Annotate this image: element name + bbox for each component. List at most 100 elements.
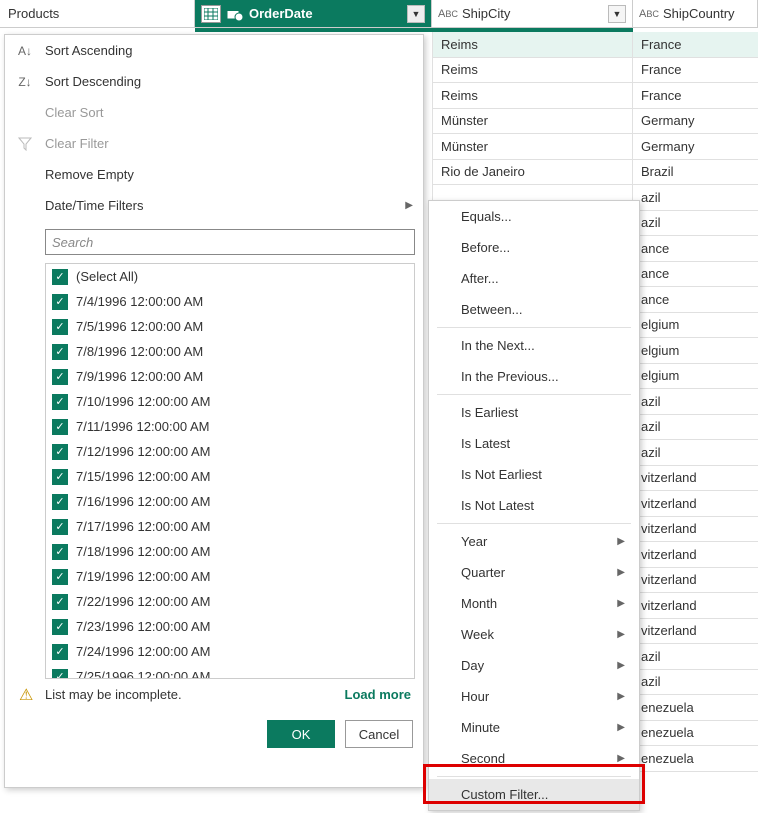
column-header-orderdate[interactable]: OrderDate ▼ <box>195 0 432 27</box>
value-item[interactable]: ✓ 7/23/1996 12:00:00 AM <box>46 614 414 639</box>
checkbox-icon[interactable]: ✓ <box>52 644 68 660</box>
sort-ascending[interactable]: A↓ Sort Ascending <box>5 35 423 66</box>
value-item[interactable]: ✓7/10/1996 12:00:00 AM <box>46 389 414 414</box>
filter-minute[interactable]: Minute▶ <box>429 712 639 743</box>
checkbox-icon[interactable]: ✓ <box>52 319 68 335</box>
date-time-filters[interactable]: Date/Time Filters ▶ <box>5 190 423 221</box>
checkbox-icon[interactable]: ✓ <box>52 419 68 435</box>
checkbox-icon[interactable]: ✓ <box>52 669 68 679</box>
checkbox-icon[interactable]: ✓ <box>52 594 68 610</box>
checkbox-icon[interactable]: ✓ <box>52 344 68 360</box>
value-item[interactable]: ✓7/16/1996 12:00:00 AM <box>46 489 414 514</box>
table-row[interactable]: ReimsFrance <box>432 32 758 58</box>
filter-custom[interactable]: Custom Filter... <box>429 779 639 810</box>
filter-day[interactable]: Day▶ <box>429 650 639 681</box>
checkbox-icon[interactable]: ✓ <box>52 519 68 535</box>
filter-quarter[interactable]: Quarter▶ <box>429 557 639 588</box>
checkbox-icon[interactable]: ✓ <box>52 494 68 510</box>
column-header-products[interactable]: Products <box>0 0 195 27</box>
value-item[interactable]: ✓7/8/1996 12:00:00 AM <box>46 339 414 364</box>
table-row[interactable]: MünsterGermany <box>432 134 758 160</box>
sort-descending[interactable]: Z↓ Sort Descending <box>5 66 423 97</box>
table-row[interactable]: ReimsFrance <box>432 83 758 109</box>
filter-is-earliest[interactable]: Is Earliest <box>429 397 639 428</box>
value-item[interactable]: ✓ 7/19/1996 12:00:00 AM <box>46 564 414 589</box>
ok-button[interactable]: OK <box>267 720 335 748</box>
checkbox-icon[interactable]: ✓ <box>52 544 68 560</box>
remove-empty[interactable]: Remove Empty <box>5 159 423 190</box>
checkbox-icon[interactable]: ✓ <box>52 444 68 460</box>
cell-shipcountry: enezuela <box>633 746 758 771</box>
filter-in-previous[interactable]: In the Previous... <box>429 361 639 392</box>
value-item[interactable]: ✓7/24/1996 12:00:00 AM <box>46 639 414 664</box>
column-header-shipcountry[interactable]: ABC ShipCountry <box>633 0 758 27</box>
submenu-arrow-icon: ▶ <box>617 660 625 671</box>
table-row[interactable]: ReimsFrance <box>432 58 758 84</box>
checkbox-icon[interactable]: ✓ <box>52 269 68 285</box>
column-header-shipcity[interactable]: ABC ShipCity ▼ <box>432 0 633 27</box>
cell-shipcountry: France <box>633 58 758 83</box>
filter-equals[interactable]: Equals... <box>429 201 639 232</box>
cell-shipcountry: azil <box>633 185 758 210</box>
table-row[interactable]: Rio de JaneiroBrazil <box>432 160 758 186</box>
value-item[interactable]: ✓7/12/1996 12:00:00 AM <box>46 439 414 464</box>
submenu-arrow-icon: ▶ <box>617 536 625 547</box>
submenu-divider <box>437 327 631 328</box>
submenu-arrow-icon: ▶ <box>617 691 625 702</box>
text-type-icon: ABC <box>639 5 659 23</box>
orderdate-filter-button[interactable]: ▼ <box>407 5 425 23</box>
clear-filter[interactable]: Clear Filter <box>5 128 423 159</box>
value-item[interactable]: ✓ 7/5/1996 12:00:00 AM <box>46 314 414 339</box>
checkbox-icon[interactable]: ✓ <box>52 619 68 635</box>
checkbox-icon[interactable]: ✓ <box>52 294 68 310</box>
cell-shipcountry: vitzerland <box>633 542 758 567</box>
cell-shipcountry: ance <box>633 236 758 261</box>
filter-hour[interactable]: Hour▶ <box>429 681 639 712</box>
filter-before[interactable]: Before... <box>429 232 639 263</box>
value-item[interactable]: ✓7/11/1996 12:00:00 AM <box>46 414 414 439</box>
cell-shipcountry: France <box>633 32 758 57</box>
filter-month[interactable]: Month▶ <box>429 588 639 619</box>
load-more-link[interactable]: Load more <box>345 687 411 702</box>
filter-after[interactable]: After... <box>429 263 639 294</box>
value-item[interactable]: ✓ 7/4/1996 12:00:00 AM <box>46 289 414 314</box>
cell-shipcountry: elgium <box>633 364 758 389</box>
clear-sort[interactable]: Clear Sort <box>5 97 423 128</box>
text-type-icon: ABC <box>438 5 458 23</box>
filter-in-next[interactable]: In the Next... <box>429 330 639 361</box>
value-item[interactable]: ✓(Select All) <box>46 264 414 289</box>
values-list: ✓(Select All)✓7/4/1996 12:00:00 AM✓7/5/1… <box>45 263 415 679</box>
filter-is-not-earliest[interactable]: Is Not Earliest <box>429 459 639 490</box>
value-item[interactable]: ✓7/18/1996 12:00:00 AM <box>46 539 414 564</box>
checkbox-icon[interactable]: ✓ <box>52 394 68 410</box>
submenu-arrow-icon: ▶ <box>617 567 625 578</box>
filter-week[interactable]: Week▶ <box>429 619 639 650</box>
cell-shipcountry: vitzerland <box>633 466 758 491</box>
value-item[interactable]: ✓7/25/1996 12:00:00 AM <box>46 664 414 678</box>
value-label: 7/23/1996 12:00:00 AM <box>76 619 210 634</box>
shipcity-filter-button[interactable]: ▼ <box>608 5 626 23</box>
value-item[interactable]: ✓7/22/1996 12:00:00 AM <box>46 589 414 614</box>
table-row[interactable]: MünsterGermany <box>432 109 758 135</box>
datetime-type-icon <box>225 5 245 23</box>
filter-dropdown-panel: A↓ Sort Ascending Z↓ Sort Descending Cle… <box>4 34 424 788</box>
value-item[interactable]: ✓7/9/1996 12:00:00 AM <box>46 364 414 389</box>
cancel-button[interactable]: Cancel <box>345 720 413 748</box>
filter-between[interactable]: Between... <box>429 294 639 325</box>
checkbox-icon[interactable]: ✓ <box>52 469 68 485</box>
value-item[interactable]: ✓7/15/1996 12:00:00 AM <box>46 464 414 489</box>
value-label: 7/4/1996 12:00:00 AM <box>76 294 203 309</box>
filter-second[interactable]: Second▶ <box>429 743 639 774</box>
cell-shipcountry: elgium <box>633 313 758 338</box>
value-label: 7/5/1996 12:00:00 AM <box>76 319 203 334</box>
filter-is-latest[interactable]: Is Latest <box>429 428 639 459</box>
cell-shipcountry: azil <box>633 670 758 695</box>
checkbox-icon[interactable]: ✓ <box>52 369 68 385</box>
products-label: Products <box>8 6 59 21</box>
value-item[interactable]: ✓7/17/1996 12:00:00 AM <box>46 514 414 539</box>
checkbox-icon[interactable]: ✓ <box>52 569 68 585</box>
filter-year[interactable]: Year▶ <box>429 526 639 557</box>
filter-is-not-latest[interactable]: Is Not Latest <box>429 490 639 521</box>
value-label: 7/19/1996 12:00:00 AM <box>76 569 210 584</box>
search-input[interactable]: Search <box>45 229 415 255</box>
